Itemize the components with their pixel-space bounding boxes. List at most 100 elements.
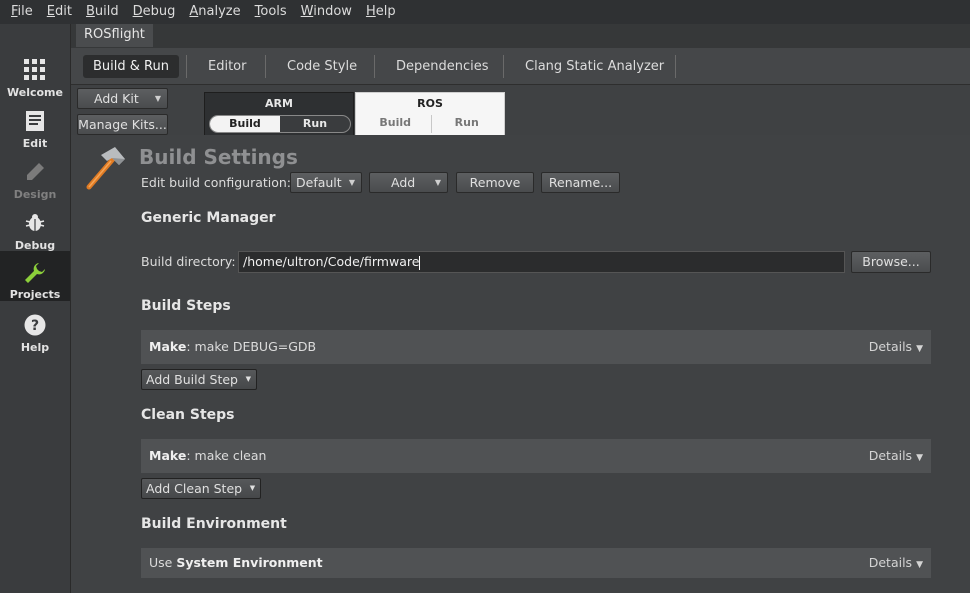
build-steps-heading: Build Steps (141, 298, 231, 314)
document-icon (23, 109, 47, 133)
mode-design[interactable]: Design (0, 154, 70, 204)
tab-dependencies[interactable]: Dependencies (386, 55, 499, 78)
bug-icon (23, 211, 47, 235)
menu-window[interactable]: Window (294, 0, 359, 24)
kit-ros[interactable]: ROS Build Run (355, 92, 505, 135)
kit-run-tab[interactable]: Run (280, 116, 350, 132)
details-label: Details (868, 448, 913, 463)
menu-build[interactable]: Build (79, 0, 126, 24)
add-build-step-button[interactable]: Add Build Step ▼ (141, 369, 257, 390)
build-environment-row[interactable]: Use System Environment Details ▼ (141, 548, 931, 578)
chevron-down-icon: ▼ (434, 178, 441, 187)
tab-clang-static-analyzer[interactable]: Clang Static Analyzer (515, 55, 674, 78)
tab-code-style[interactable]: Code Style (277, 55, 367, 78)
clean-steps-heading: Clean Steps (141, 407, 235, 423)
add-kit-label: Add Kit (94, 91, 139, 106)
chevron-down-icon: ▼ (916, 453, 923, 463)
pencil-icon (23, 160, 47, 184)
kit-build-tab[interactable]: Build (360, 115, 432, 133)
environment-name: System Environment (176, 555, 323, 570)
tab-separator (675, 55, 676, 78)
step-command: : make clean (186, 448, 267, 463)
remove-config-button[interactable]: Remove (456, 172, 534, 193)
mode-label: Welcome (7, 86, 63, 99)
tab-build-run[interactable]: Build & Run (83, 55, 179, 78)
build-directory-input[interactable]: /home/ultron/Code/firmware (238, 251, 845, 273)
tab-separator (186, 55, 187, 78)
menu-bar: File Edit Build Debug Analyze Tools Wind… (0, 0, 970, 24)
svg-text:?: ? (31, 318, 39, 334)
page-title: Build Settings (139, 145, 298, 169)
project-tab[interactable]: ROSflight (76, 24, 153, 47)
chevron-down-icon: ▼ (916, 560, 923, 570)
edit-config-label: Edit build configuration: (141, 175, 292, 190)
chevron-down-icon: ▼ (249, 484, 256, 492)
details-button[interactable]: Details ▼ (869, 330, 923, 366)
chevron-down-icon: ▼ (154, 94, 161, 103)
mode-debug[interactable]: Debug (0, 205, 70, 255)
menu-help[interactable]: Help (359, 0, 403, 24)
build-directory-value: /home/ultron/Code/firmware (243, 254, 420, 269)
tab-separator (374, 55, 375, 78)
mode-help[interactable]: ? Help (0, 307, 70, 357)
kit-build-tab[interactable]: Build (210, 116, 280, 132)
build-settings-panel: Build Settings Edit build configuration:… (71, 135, 970, 593)
details-button[interactable]: Details ▼ (869, 548, 923, 580)
mode-projects[interactable]: Projects (0, 251, 70, 301)
kit-name: ARM (265, 97, 293, 110)
kit-mode-toggle: Build Run (360, 115, 502, 133)
mode-label: Help (20, 341, 50, 354)
hammer-icon (85, 145, 127, 194)
kit-arm[interactable]: ARM Build Run (204, 92, 354, 135)
kit-bar: Add Kit ▼ Manage Kits... ARM Build Run R… (71, 85, 970, 135)
menu-edit[interactable]: Edit (40, 0, 79, 24)
mode-label: Edit (22, 137, 48, 150)
kit-run-tab[interactable]: Run (432, 115, 503, 133)
chevron-down-icon: ▼ (348, 178, 355, 187)
help-icon: ? (23, 313, 47, 337)
details-label: Details (868, 555, 913, 570)
step-name: Make (149, 448, 187, 463)
tab-separator (503, 55, 504, 78)
add-build-step-label: Add Build Step (146, 372, 238, 387)
build-environment-heading: Build Environment (141, 516, 287, 532)
mode-bar: Welcome Edit Design Debug Projects ? Hel… (0, 24, 71, 593)
chevron-down-icon: ▼ (245, 375, 251, 383)
mode-edit[interactable]: Edit (0, 103, 70, 153)
menu-file[interactable]: File (4, 0, 40, 24)
details-label: Details (868, 339, 913, 354)
menu-tools[interactable]: Tools (248, 0, 294, 24)
details-button[interactable]: Details ▼ (869, 439, 923, 475)
add-config-button[interactable]: Add ▼ (369, 172, 448, 193)
manage-kits-button[interactable]: Manage Kits... (77, 114, 168, 135)
project-tab-bar: ROSflight (71, 24, 970, 48)
wrench-icon (23, 261, 47, 284)
rename-config-button[interactable]: Rename... (541, 172, 620, 193)
add-config-label: Add (391, 175, 416, 190)
add-clean-step-label: Add Clean Step (146, 481, 243, 496)
grid-icon (23, 58, 47, 82)
build-step-row[interactable]: Make: make DEBUG=GDB Details ▼ (141, 330, 931, 364)
kit-mode-toggle: Build Run (209, 115, 351, 133)
chevron-down-icon: ▼ (916, 344, 923, 354)
build-config-value: Default (296, 175, 342, 190)
generic-manager-heading: Generic Manager (141, 210, 276, 226)
build-directory-label: Build directory: (141, 254, 236, 269)
tab-editor[interactable]: Editor (198, 55, 256, 78)
mode-welcome[interactable]: Welcome (0, 52, 70, 102)
settings-tab-bar: Build & Run Editor Code Style Dependenci… (71, 48, 970, 85)
add-clean-step-button[interactable]: Add Clean Step ▼ (141, 478, 262, 499)
browse-button[interactable]: Browse... (851, 251, 931, 273)
build-config-select[interactable]: Default ▼ (290, 172, 362, 193)
text-caret (419, 255, 421, 270)
tab-separator (265, 55, 266, 78)
mode-label: Design (13, 188, 57, 201)
step-command: : make DEBUG=GDB (186, 339, 317, 354)
menu-analyze[interactable]: Analyze (182, 0, 247, 24)
menu-debug[interactable]: Debug (126, 0, 183, 24)
add-kit-button[interactable]: Add Kit ▼ (77, 88, 168, 109)
clean-step-row[interactable]: Make: make clean Details ▼ (141, 439, 931, 473)
environment-prefix: Use (149, 555, 177, 570)
step-name: Make (149, 339, 187, 354)
kit-name: ROS (417, 97, 443, 110)
